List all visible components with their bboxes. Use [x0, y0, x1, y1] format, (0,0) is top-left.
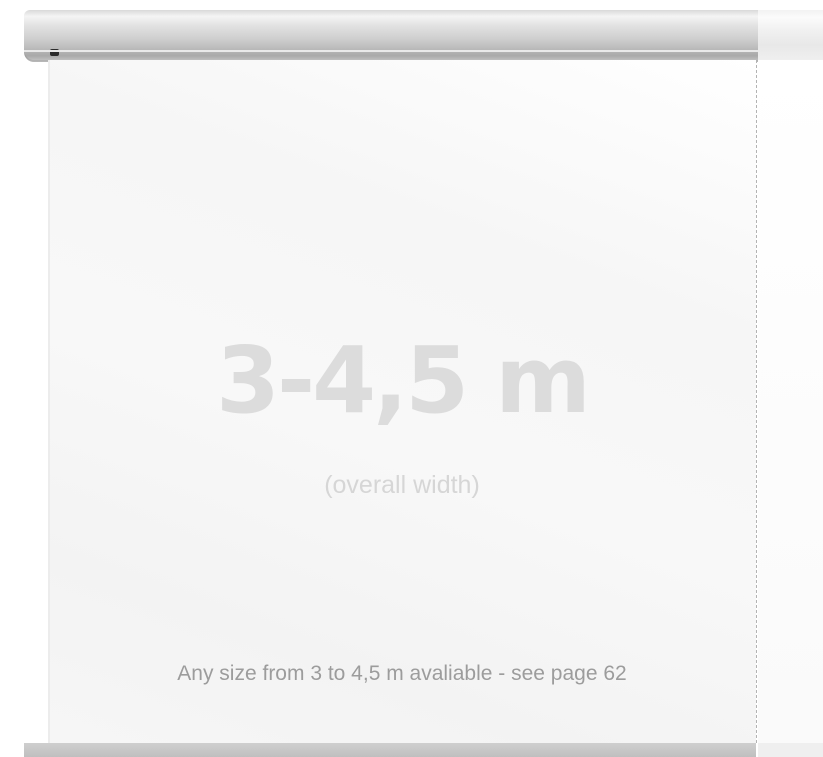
projection-screen-illustration: 3-4,5 m (overall width) Any size from 3 … — [0, 0, 823, 757]
bottom-weight-bar — [24, 743, 756, 757]
width-limit-dashed-line — [756, 60, 757, 743]
screen-surface-extension — [758, 60, 823, 743]
availability-note: Any size from 3 to 4,5 m avaliable - see… — [177, 662, 627, 685]
roller-housing-extension — [758, 10, 823, 60]
size-range-label: 3-4,5 m — [215, 327, 591, 434]
roller-end-cap — [50, 49, 59, 56]
bottom-weight-bar-extension — [758, 743, 823, 757]
roller-housing — [24, 10, 758, 62]
overall-width-caption: (overall width) — [324, 471, 480, 499]
